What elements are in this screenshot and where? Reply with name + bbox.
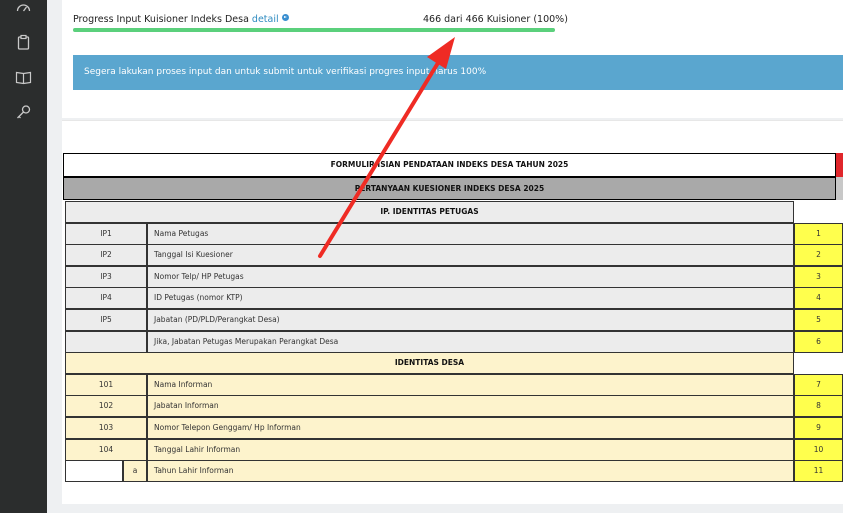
question-code: IP1 [65,222,147,245]
answer-cell[interactable]: 8 [794,395,843,418]
question-code: IP2 [65,244,147,267]
question-code [65,330,147,353]
progress-card: Progress Input Kuisioner Indeks Desa det… [62,0,843,118]
question-label: Tanggal Isi Kuesioner [147,244,794,267]
progress-title: Progress Input Kuisioner Indeks Desa [73,14,249,25]
question-label: Jabatan (PD/PLD/Perangkat Desa) [147,309,794,331]
info-alert: Segera lakukan proses input dan untuk su… [73,55,843,90]
question-label: Jabatan Informan [147,395,794,418]
question-row: 104 Tanggal Lahir Informan 10 [65,438,843,461]
form-title-flag [836,153,843,177]
key-icon[interactable] [15,104,32,121]
question-label: Tahun Lahir Informan [147,460,794,483]
answer-cell[interactable]: 3 [794,265,843,288]
question-code: 102 [65,395,147,418]
question-code: IP5 [65,309,147,331]
answer-cell[interactable]: 7 [794,373,843,396]
question-code [65,460,123,483]
section-header: IDENTITAS DESA [65,352,794,375]
answer-cell[interactable]: 9 [794,417,843,439]
question-row: a Tahun Lahir Informan 11 [65,460,843,483]
answer-cell[interactable]: 4 [794,287,843,310]
question-row: IP3 Nomor Telp/ HP Petugas 3 [65,265,843,288]
answer-cell[interactable]: 11 [794,460,843,483]
progress-bar-fill [73,28,555,32]
sidebar [0,0,47,513]
progress-heading: Progress Input Kuisioner Indeks Desa det… [73,14,289,25]
question-code: 101 [65,373,147,396]
dashboard-icon[interactable] [15,0,32,17]
form-subtitle: PERTANYAAN KUESIONER INDEKS DESA 2025 [63,177,836,200]
question-row: 102 Jabatan Informan 8 [65,395,843,418]
clipboard-icon[interactable] [15,34,32,51]
question-row: 101 Nama Informan 7 [65,373,843,396]
divider [62,120,843,121]
answer-cell[interactable]: 5 [794,309,843,331]
question-label: Jika, Jabatan Petugas Merupakan Perangka… [147,330,794,353]
question-row: IP1 Nama Petugas 1 [65,222,843,245]
question-row: IP2 Tanggal Isi Kuesioner 2 [65,244,843,267]
question-code: IP4 [65,287,147,310]
progress-count: 466 dari 466 Kuisioner (100%) [423,14,568,25]
question-label: Nama Petugas [147,222,794,245]
detail-link[interactable]: detail [252,14,279,25]
questionnaire-sheet: FORMULIR ISIAN PENDATAAN INDEKS DESA TAH… [62,153,843,490]
answer-cell[interactable]: 2 [794,244,843,267]
question-code: 103 [65,417,147,439]
question-code: IP3 [65,265,147,288]
arrow-circle-icon[interactable] [281,14,289,21]
form-title: FORMULIR ISIAN PENDATAAN INDEKS DESA TAH… [63,153,836,177]
answer-cell[interactable]: 10 [794,438,843,461]
question-row: Jika, Jabatan Petugas Merupakan Perangka… [65,330,843,353]
question-label: ID Petugas (nomor KTP) [147,287,794,310]
question-row: IP5 Jabatan (PD/PLD/Perangkat Desa) 5 [65,309,843,331]
question-row: 103 Nomor Telepon Genggam/ Hp Informan 9 [65,417,843,439]
form-card: FORMULIR ISIAN PENDATAAN INDEKS DESA TAH… [62,120,843,504]
section-header: IP. IDENTITAS PETUGAS [65,201,794,223]
question-label: Nama Informan [147,373,794,396]
question-label: Tanggal Lahir Informan [147,438,794,461]
progress-bar [73,28,555,32]
form-subtitle-edge [836,177,843,200]
question-row: IP4 ID Petugas (nomor KTP) 4 [65,287,843,310]
answer-cell[interactable]: 1 [794,222,843,245]
book-icon[interactable] [15,69,32,86]
question-label: Nomor Telepon Genggam/ Hp Informan [147,417,794,439]
question-subcode: a [123,460,147,483]
question-code: 104 [65,438,147,461]
question-label: Nomor Telp/ HP Petugas [147,265,794,288]
answer-cell[interactable]: 6 [794,330,843,353]
